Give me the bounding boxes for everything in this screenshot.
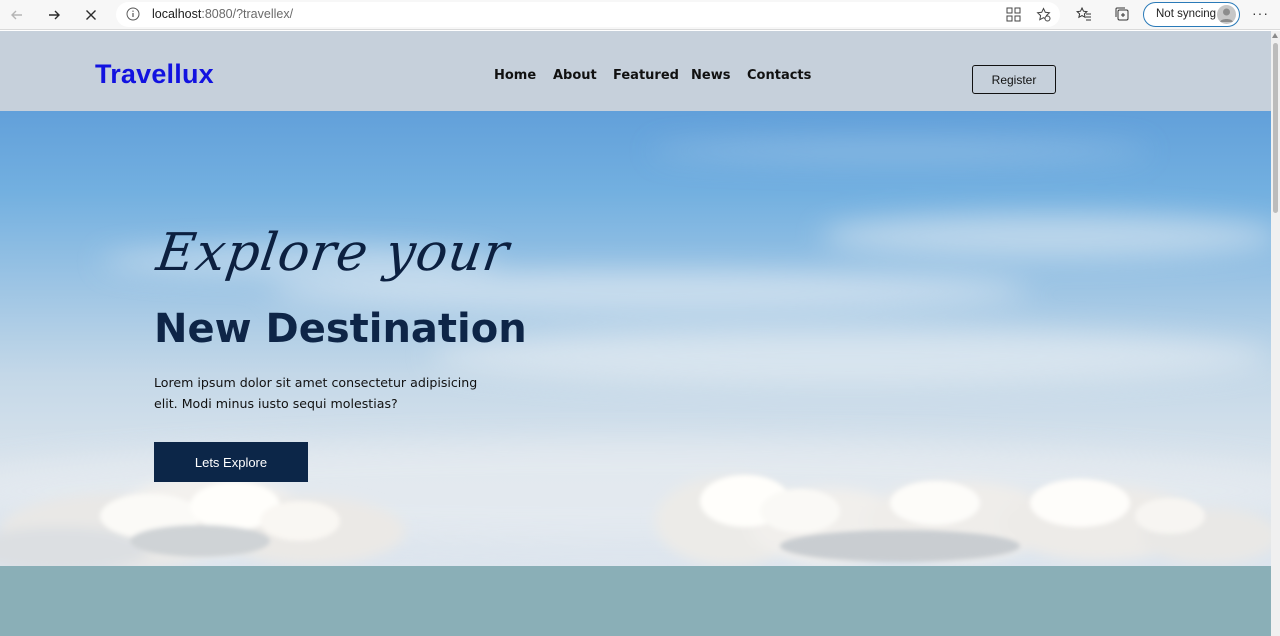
url-text: localhost:8080/?travellex/ [152,7,293,22]
register-button[interactable]: Register [972,65,1056,94]
scrollbar-thumb[interactable] [1273,43,1278,213]
add-favorite-icon[interactable] [1036,7,1051,22]
app-available-icon[interactable] [1006,7,1021,22]
scroll-up-icon[interactable] [1272,33,1278,38]
hero-script-title: Explore your [153,223,514,283]
more-icon[interactable]: ··· [1252,5,1269,21]
nav-featured[interactable]: Featured [613,68,679,83]
forward-icon[interactable] [42,3,66,27]
web-page: Travellux Home About Featured News Conta… [0,31,1271,636]
nav-home[interactable]: Home [494,68,536,83]
favorites-icon[interactable] [1076,6,1092,22]
site-logo[interactable]: Travellux [95,59,214,90]
url-rest: :8080/?travellex/ [201,7,294,21]
profile-icon [1217,5,1236,24]
hero-title: New Destination [154,306,527,352]
nav-contacts[interactable]: Contacts [747,68,811,83]
address-bar[interactable]: localhost:8080/?travellex/ [116,2,1060,27]
lets-explore-button[interactable]: Lets Explore [154,442,308,482]
url-host: localhost [152,7,202,21]
browser-toolbar: localhost:8080/?travellex/ Not syncing ·… [0,0,1280,30]
back-icon[interactable] [5,3,29,27]
collections-icon[interactable] [1114,6,1130,22]
hero-description: Lorem ipsum dolor sit amet consectetur a… [154,375,478,411]
stop-loading-icon[interactable] [79,3,103,27]
next-section [0,566,1271,636]
page-scrollbar[interactable] [1271,31,1280,636]
site-info-icon[interactable] [126,7,140,21]
nav-about[interactable]: About [553,68,597,83]
nav-news[interactable]: News [691,68,730,83]
profile-sync-button[interactable]: Not syncing [1143,2,1240,27]
hero-section: Explore your New Destination Lorem ipsum… [0,111,1271,566]
sync-status-label: Not syncing [1156,8,1217,20]
site-header: Travellux Home About Featured News Conta… [0,31,1271,111]
